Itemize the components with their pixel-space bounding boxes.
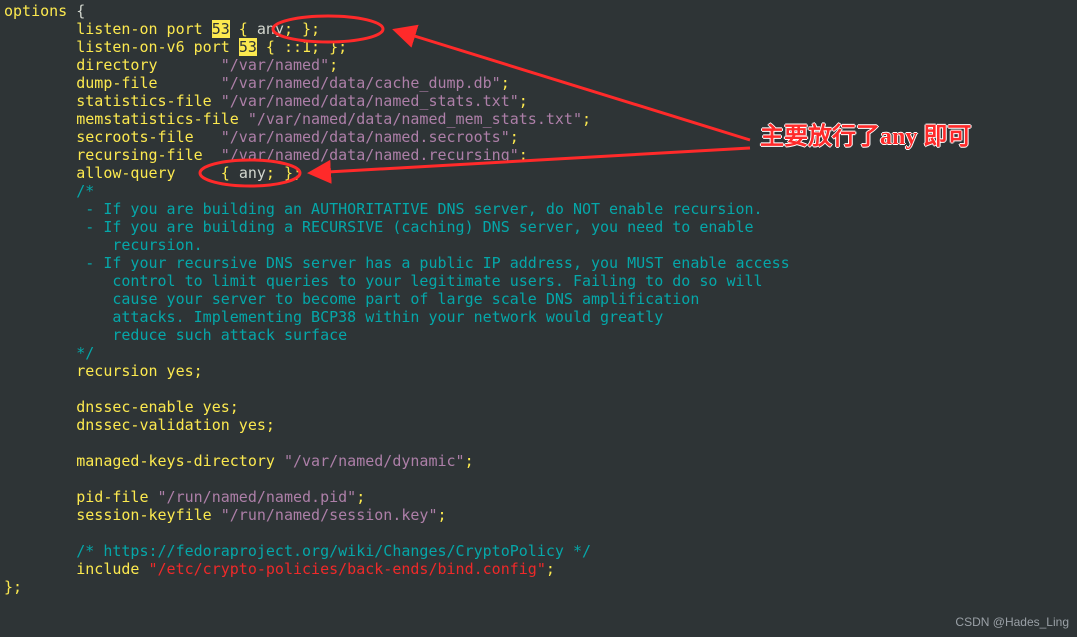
token-keyword: options bbox=[4, 2, 67, 20]
token-keyword: secroots-file bbox=[4, 128, 221, 146]
token-highlight: 53 bbox=[212, 20, 230, 38]
token-string: "/var/named/data/named_mem_stats.txt" bbox=[248, 110, 582, 128]
token-string: "/var/named/data/named_stats.txt" bbox=[221, 92, 519, 110]
token-punct: ; bbox=[510, 128, 519, 146]
token-punct: ; bbox=[438, 506, 447, 524]
token-comment: - If you are building an AUTHORITATIVE D… bbox=[4, 200, 763, 218]
token-keyword: listen-on port bbox=[4, 20, 212, 38]
token-comment: reduce such attack surface bbox=[4, 326, 347, 344]
token-string: "/var/named/data/cache_dump.db" bbox=[221, 74, 501, 92]
token-keyword: memstatistics-file bbox=[4, 110, 248, 128]
token-keyword: pid-file bbox=[4, 488, 158, 506]
token-comment: control to limit queries to your legitim… bbox=[4, 272, 763, 290]
token-punct: ; }; bbox=[284, 20, 320, 38]
token-comment: recursion. bbox=[4, 236, 203, 254]
token-keyword: recursing-file bbox=[4, 146, 221, 164]
token-keyword: allow-query { bbox=[4, 164, 239, 182]
token-punct: ; bbox=[582, 110, 591, 128]
watermark: CSDN @Hades_Ling bbox=[955, 613, 1069, 631]
token-keyword: directory bbox=[4, 56, 221, 74]
token-string: "/var/named" bbox=[221, 56, 329, 74]
code-block: options { listen-on port 53 { any; }; li… bbox=[0, 0, 1077, 598]
token-comment: attacks. Implementing BCP38 within your … bbox=[4, 308, 663, 326]
token-keyword: dnssec-enable yes; bbox=[4, 398, 239, 416]
token-punct: ; bbox=[501, 74, 510, 92]
token-string: "/var/named/data/named.recursing" bbox=[221, 146, 519, 164]
token-string: "/run/named/named.pid" bbox=[158, 488, 357, 506]
token-keyword: { ::1; }; bbox=[257, 38, 347, 56]
token-keyword: { bbox=[230, 20, 257, 38]
token-punct: ; bbox=[519, 146, 528, 164]
token-punct: ; bbox=[465, 452, 474, 470]
token-keyword: recursion yes; bbox=[4, 362, 203, 380]
token-punct: ; bbox=[329, 56, 338, 74]
token-comment: */ bbox=[4, 344, 94, 362]
token-any: any bbox=[239, 164, 266, 182]
token-punct: { bbox=[67, 2, 85, 20]
token-keyword: include bbox=[4, 560, 149, 578]
token-any: any bbox=[257, 20, 284, 38]
token-string: "/run/named/session.key" bbox=[221, 506, 438, 524]
token-keyword: listen-on-v6 port bbox=[4, 38, 239, 56]
token-keyword: dump-file bbox=[4, 74, 221, 92]
token-comment: /* https://fedoraproject.org/wiki/Change… bbox=[4, 542, 591, 560]
token-keyword: managed-keys-directory bbox=[4, 452, 284, 470]
token-comment: - If you are building a RECURSIVE (cachi… bbox=[4, 218, 754, 236]
token-string: "/var/named/data/named.secroots" bbox=[221, 128, 510, 146]
token-keyword: statistics-file bbox=[4, 92, 221, 110]
token-string: "/var/named/dynamic" bbox=[284, 452, 465, 470]
token-punct: ; bbox=[546, 560, 555, 578]
token-punct: }; bbox=[4, 578, 22, 596]
token-punct: ; }; bbox=[266, 164, 302, 182]
token-keyword: dnssec-validation yes; bbox=[4, 416, 275, 434]
token-include-path: "/etc/crypto-policies/back-ends/bind.con… bbox=[149, 560, 546, 578]
token-comment: - If your recursive DNS server has a pub… bbox=[4, 254, 790, 272]
token-punct: ; bbox=[519, 92, 528, 110]
token-comment: cause your server to become part of larg… bbox=[4, 290, 699, 308]
token-highlight: 53 bbox=[239, 38, 257, 56]
token-punct: ; bbox=[356, 488, 365, 506]
token-keyword: session-keyfile bbox=[4, 506, 221, 524]
token-comment: /* bbox=[4, 182, 94, 200]
